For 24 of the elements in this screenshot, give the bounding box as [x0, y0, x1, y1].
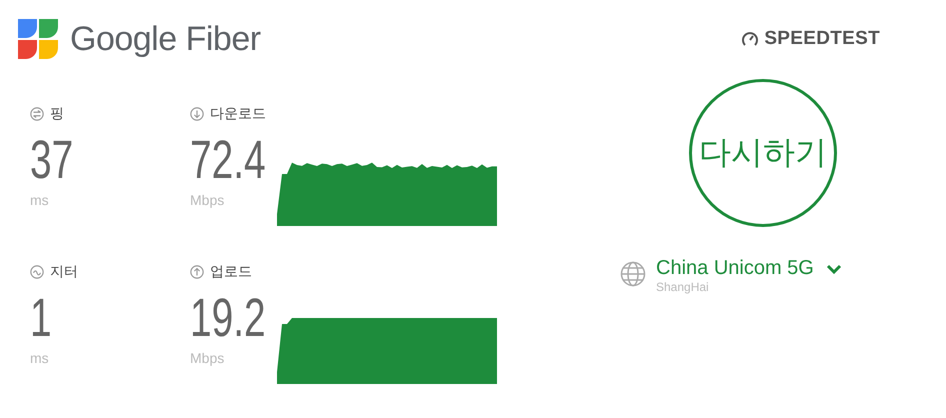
metric-value: 1 [30, 288, 52, 348]
logo-icon [18, 19, 58, 59]
server-name[interactable]: China Unicom 5G [656, 257, 814, 280]
globe-icon [620, 261, 646, 287]
metric-label: 다운로드 [210, 105, 266, 123]
download-icon [190, 107, 204, 121]
upload-icon [190, 265, 204, 279]
ping-icon [30, 107, 44, 121]
jitter-icon [30, 265, 44, 279]
server-location: ShangHai [656, 280, 710, 294]
metric-unit: Mbps [190, 192, 224, 208]
metric-unit: ms [30, 350, 49, 366]
metric-label: 업로드 [210, 263, 252, 281]
brand-name: Google Fiber [70, 20, 261, 58]
restart-button[interactable]: 다시하기 [689, 79, 837, 227]
metric-label: 지터 [50, 263, 78, 281]
metric-value: 72.4 [190, 130, 266, 190]
metric-unit: ms [30, 192, 49, 208]
chevron-down-icon[interactable] [826, 262, 842, 274]
metric-value: 19.2 [190, 288, 266, 348]
metric-value: 37 [30, 130, 74, 190]
metric-label: 핑 [50, 105, 64, 123]
speedtest-logo: SPEEDTEST [764, 28, 880, 50]
metric-unit: Mbps [190, 350, 224, 366]
